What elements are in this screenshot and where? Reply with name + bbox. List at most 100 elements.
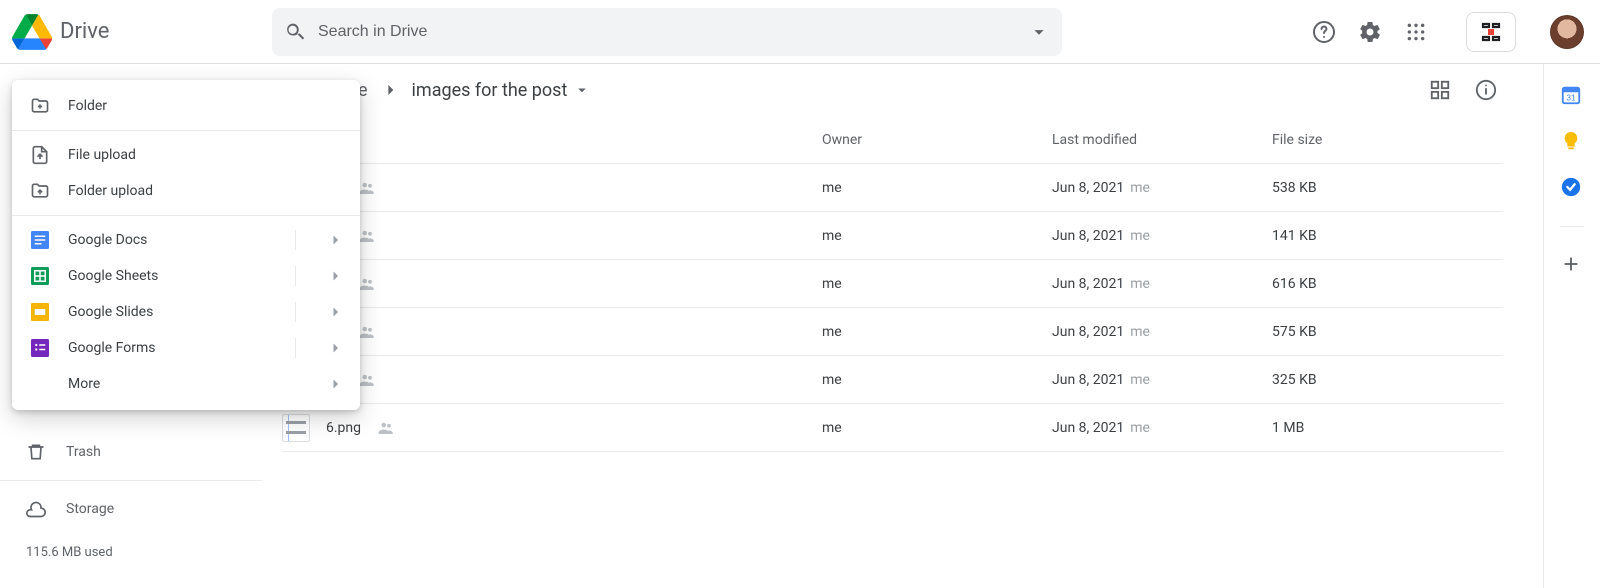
calendar-icon[interactable]: 31	[1560, 84, 1584, 108]
col-size[interactable]: File size	[1272, 132, 1452, 148]
file-size: 538 KB	[1272, 180, 1452, 196]
account-avatar[interactable]	[1550, 15, 1584, 49]
file-name: 6.png	[326, 420, 361, 436]
menu-more-label: More	[68, 376, 308, 392]
menu-google-forms[interactable]: Google Forms	[12, 330, 360, 366]
docs-icon	[30, 230, 50, 250]
slides-icon	[30, 302, 50, 322]
col-owner[interactable]: Owner	[822, 132, 1052, 148]
settings-gear-icon[interactable]	[1358, 20, 1382, 44]
menu-google-docs[interactable]: Google Docs	[12, 222, 360, 258]
file-owner: me	[822, 420, 1052, 436]
storage-used-text: 115.6 MB used	[0, 545, 262, 560]
search-wrap	[272, 8, 1062, 56]
folder-upload-icon	[30, 181, 50, 201]
extension-icon[interactable]	[1466, 12, 1516, 52]
file-size: 616 KB	[1272, 276, 1452, 292]
sidebar-item-storage[interactable]: Storage	[0, 489, 262, 529]
chevron-right-icon	[326, 339, 344, 357]
sidebar-trash-label: Trash	[66, 444, 101, 460]
menu-folder-upload-label: Folder upload	[68, 183, 344, 199]
file-modified: Jun 8, 2021me	[1052, 276, 1272, 292]
file-modified: Jun 8, 2021me	[1052, 180, 1272, 196]
product-name: Drive	[60, 19, 109, 44]
table-row[interactable]: ng me Jun 8, 2021me 538 KB	[282, 164, 1503, 212]
sidebar-separator	[0, 480, 262, 481]
menu-slides-label: Google Slides	[68, 304, 277, 320]
new-folder-icon	[30, 96, 50, 116]
shared-icon	[358, 323, 376, 341]
help-icon[interactable]	[1312, 20, 1336, 44]
menu-docs-label: Google Docs	[68, 232, 277, 248]
search-options-icon[interactable]	[1028, 21, 1050, 43]
table-row[interactable]: ng me Jun 8, 2021me 575 KB	[282, 308, 1503, 356]
menu-more[interactable]: More	[12, 366, 360, 402]
breadcrumb-current[interactable]: images for the post	[412, 80, 592, 101]
shared-icon	[358, 275, 376, 293]
file-owner: me	[822, 324, 1052, 340]
grid-view-icon[interactable]	[1429, 79, 1451, 101]
logo-block[interactable]: Drive	[12, 12, 272, 52]
col-modified[interactable]: Last modified	[1052, 132, 1272, 148]
file-modified: Jun 8, 2021me	[1052, 420, 1272, 436]
main-panel: e images for the post Name Owner	[262, 64, 1544, 588]
file-thumbnail-icon	[282, 414, 310, 442]
menu-google-sheets[interactable]: Google Sheets	[12, 258, 360, 294]
table-row[interactable]: ng me Jun 8, 2021me 325 KB	[282, 356, 1503, 404]
menu-separator	[12, 215, 360, 216]
menu-google-slides[interactable]: Google Slides	[12, 294, 360, 330]
sidebar-item-trash[interactable]: Trash	[0, 432, 262, 472]
file-size: 1 MB	[1272, 420, 1452, 436]
menu-file-upload[interactable]: File upload	[12, 137, 360, 173]
add-addon-icon[interactable]	[1560, 253, 1584, 277]
location-toolbar: e images for the post	[262, 64, 1503, 116]
file-owner: me	[822, 372, 1052, 388]
col-name[interactable]: Name	[282, 132, 822, 148]
file-table: Name Owner Last modified File size ng me…	[262, 116, 1503, 452]
chevron-right-icon	[326, 303, 344, 321]
chevron-right-icon	[326, 231, 344, 249]
menu-new-folder[interactable]: Folder	[12, 88, 360, 124]
menu-sheets-label: Google Sheets	[68, 268, 277, 284]
shared-icon	[358, 371, 376, 389]
forms-icon	[30, 338, 50, 358]
file-size: 141 KB	[1272, 228, 1452, 244]
chevron-right-icon	[326, 267, 344, 285]
header-icons	[1312, 12, 1584, 52]
file-modified: Jun 8, 2021me	[1052, 324, 1272, 340]
blank-icon	[30, 374, 50, 394]
menu-new-folder-label: Folder	[68, 98, 344, 114]
menu-folder-upload[interactable]: Folder upload	[12, 173, 360, 209]
search-bar[interactable]	[272, 8, 1062, 56]
apps-grid-icon[interactable]	[1404, 20, 1428, 44]
menu-file-upload-label: File upload	[68, 147, 344, 163]
file-modified: Jun 8, 2021me	[1052, 228, 1272, 244]
drive-logo-icon	[12, 12, 52, 52]
shared-icon	[377, 419, 395, 437]
file-upload-icon	[30, 145, 50, 165]
keep-icon[interactable]	[1560, 130, 1584, 154]
sheets-icon	[30, 266, 50, 286]
table-header: Name Owner Last modified File size	[282, 116, 1503, 164]
header: Drive	[0, 0, 1600, 64]
breadcrumb-current-label: images for the post	[412, 80, 568, 101]
chevron-right-icon	[380, 80, 400, 100]
info-icon[interactable]	[1475, 79, 1497, 101]
file-size: 575 KB	[1272, 324, 1452, 340]
table-row[interactable]: ng me Jun 8, 2021me 616 KB	[282, 260, 1503, 308]
menu-forms-label: Google Forms	[68, 340, 277, 356]
rail-separator	[1560, 226, 1584, 227]
sidebar-storage-label: Storage	[66, 501, 114, 517]
shared-icon	[358, 179, 376, 197]
file-owner: me	[822, 228, 1052, 244]
search-icon[interactable]	[284, 21, 306, 43]
search-input[interactable]	[318, 23, 1016, 41]
new-menu: Folder File upload Folder upload Google …	[12, 80, 360, 410]
table-row[interactable]: ng me Jun 8, 2021me 141 KB	[282, 212, 1503, 260]
side-panel: 31	[1544, 64, 1600, 588]
file-owner: me	[822, 180, 1052, 196]
svg-text:31: 31	[1566, 94, 1576, 103]
chevron-down-icon	[573, 81, 591, 99]
table-row[interactable]: 6.png me Jun 8, 2021me 1 MB	[282, 404, 1503, 452]
tasks-icon[interactable]	[1560, 176, 1584, 200]
